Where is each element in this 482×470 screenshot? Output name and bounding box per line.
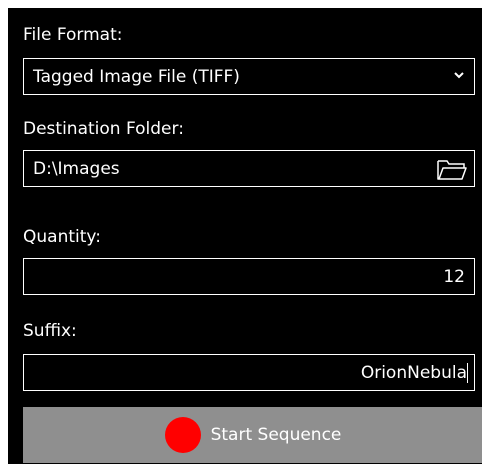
quantity-value: 12 bbox=[443, 266, 465, 287]
text-cursor bbox=[467, 362, 468, 383]
file-format-label: File Format: bbox=[23, 25, 123, 45]
suffix-value: OrionNebula bbox=[360, 362, 467, 383]
start-sequence-button[interactable]: Start Sequence bbox=[23, 407, 482, 463]
destination-folder-label: Destination Folder: bbox=[23, 119, 184, 139]
sequence-panel: File Format: Tagged Image File (TIFF) De… bbox=[8, 8, 482, 464]
destination-folder-value: D:\Images bbox=[33, 158, 120, 179]
folder-icon[interactable] bbox=[436, 156, 468, 182]
chevron-down-icon bbox=[454, 72, 464, 79]
quantity-input[interactable]: 12 bbox=[23, 258, 475, 295]
suffix-label: Suffix: bbox=[23, 321, 77, 341]
start-sequence-label: Start Sequence bbox=[210, 425, 342, 445]
file-format-value: Tagged Image File (TIFF) bbox=[33, 66, 240, 87]
file-format-select[interactable]: Tagged Image File (TIFF) bbox=[23, 58, 475, 95]
quantity-label: Quantity: bbox=[23, 227, 101, 247]
record-dot-icon bbox=[164, 417, 201, 453]
destination-folder-field[interactable]: D:\Images bbox=[23, 150, 475, 187]
suffix-input[interactable]: OrionNebula bbox=[23, 354, 475, 391]
